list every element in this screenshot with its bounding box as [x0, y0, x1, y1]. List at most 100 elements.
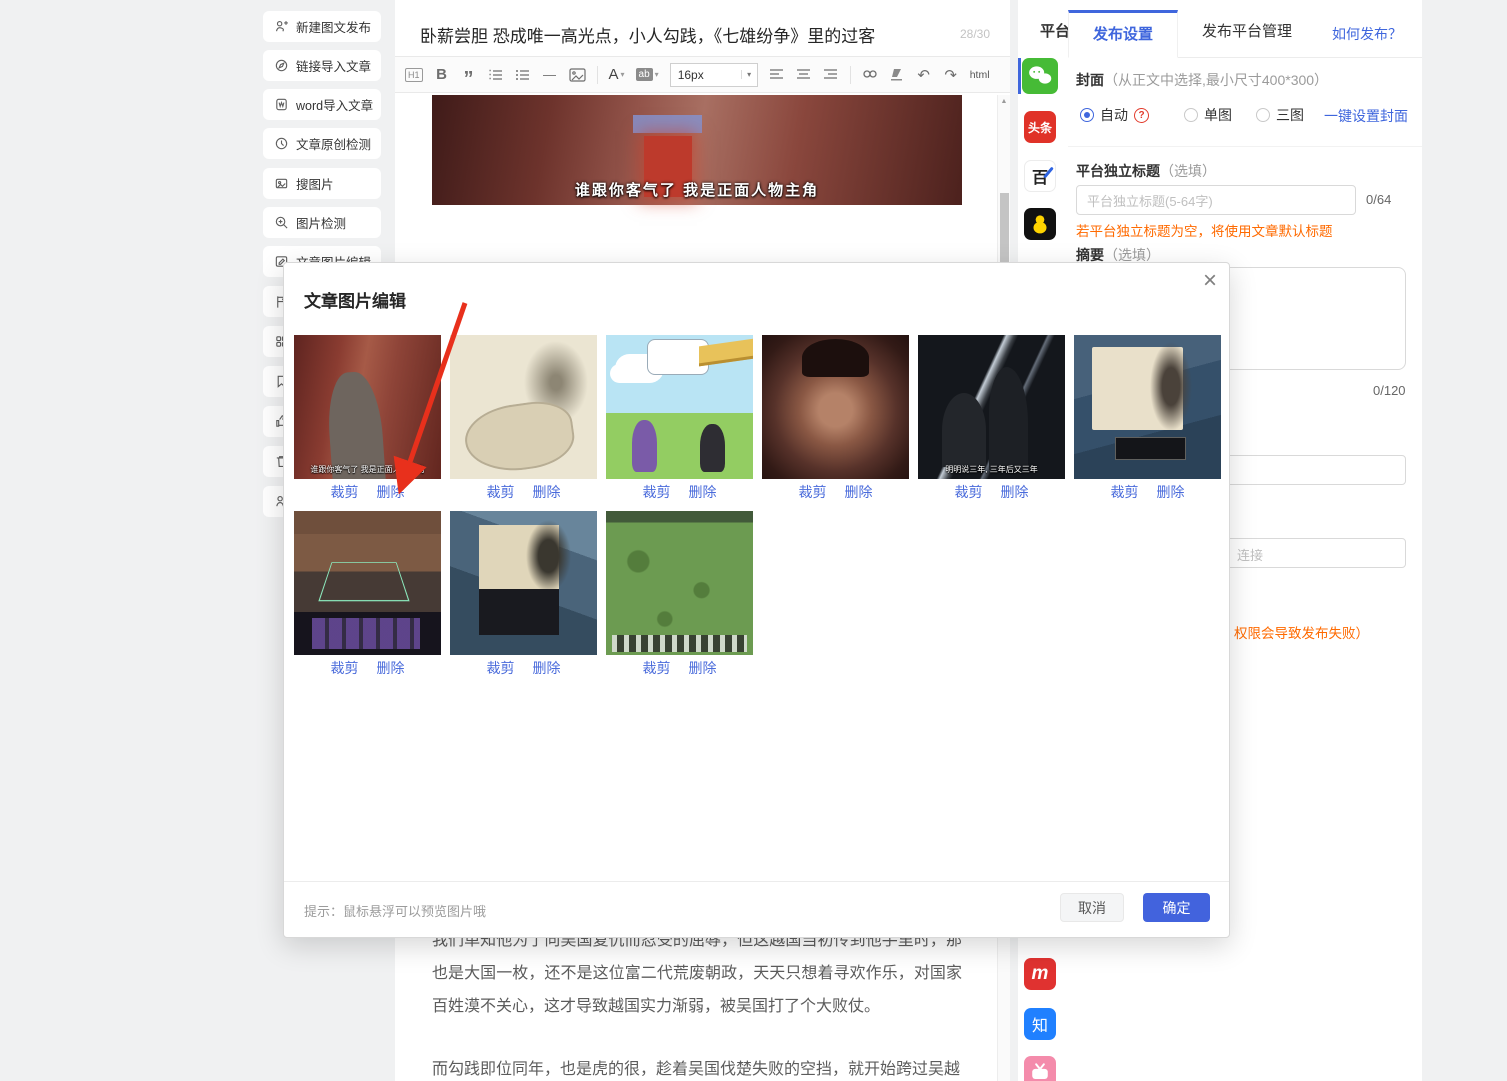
image-thumb-game-dialog[interactable] [1074, 335, 1221, 479]
horizontal-rule-icon[interactable]: — [542, 64, 558, 86]
summary-counter: 0/120 [1373, 383, 1406, 398]
crop-link[interactable]: 裁剪 [643, 482, 671, 502]
image-thumb-ink-painting[interactable] [450, 335, 597, 479]
sidebar-item-link-import[interactable]: 链接导入文章 [263, 50, 381, 81]
radio-single[interactable] [1184, 108, 1198, 122]
align-center-icon[interactable] [796, 64, 812, 86]
redo-icon[interactable]: ↷ [943, 64, 959, 86]
image-ops: 裁剪删除 [450, 658, 597, 678]
bilibili-icon[interactable] [1024, 1056, 1056, 1081]
baijiahao-icon[interactable]: 百 [1024, 160, 1056, 192]
image-thumb-comic[interactable] [606, 335, 753, 479]
qie-icon[interactable] [1024, 208, 1056, 240]
toutiao-icon[interactable]: 头条 [1024, 111, 1056, 143]
image-thumb-game-battle[interactable] [294, 511, 441, 655]
title-char-counter: 28/30 [960, 27, 990, 41]
crop-link[interactable]: 裁剪 [331, 482, 359, 502]
one-click-cover-link[interactable]: 一键设置封面 [1324, 106, 1408, 126]
crop-link[interactable]: 裁剪 [487, 658, 515, 678]
font-color-icon[interactable]: A▾ [609, 64, 625, 86]
confirm-button[interactable]: 确定 [1143, 893, 1210, 922]
thumb-decor [326, 371, 386, 479]
publish-warning-tail: 权限会导致发布失败） [1234, 622, 1369, 642]
cover-label: 封面（从正文中选择,最小尺寸400*300） [1076, 70, 1328, 90]
sidebar-item-label: 文章原创检测 [296, 134, 371, 153]
align-left-icon[interactable] [769, 64, 785, 86]
optional-hint: （选填） [1104, 247, 1160, 263]
article-paragraph: 我们单知他为了向吴国复仇而忍受的屈辱，但这越国当初传到他手里时，那也是大国一枚，… [432, 924, 962, 1023]
image-thumb-tv-drama[interactable]: 谁跟你客气了 我是正面人物主角 [294, 335, 441, 479]
unordered-list-icon[interactable] [515, 64, 531, 86]
sidebar-item-label: 图片检测 [296, 213, 346, 232]
link-import-icon [274, 58, 289, 73]
delete-link[interactable]: 删除 [377, 482, 405, 502]
delete-link[interactable]: 删除 [689, 658, 717, 678]
font-size-select[interactable]: 16px ▾ [670, 63, 758, 87]
zhihu-icon[interactable]: 知 [1024, 1008, 1056, 1040]
radio-label: 三图 [1276, 105, 1304, 125]
image-thumb-game-field[interactable] [606, 511, 753, 655]
crop-link[interactable]: 裁剪 [331, 658, 359, 678]
radio-label: 自动 [1100, 105, 1128, 125]
link-input-placeholder-tail: 连接 [1237, 545, 1263, 564]
platform-selected-bar [1018, 58, 1021, 94]
question-icon[interactable]: ? [1134, 108, 1149, 123]
clear-format-icon[interactable] [889, 64, 905, 86]
tab-publish-settings[interactable]: 发布设置 [1068, 10, 1178, 58]
crop-link[interactable]: 裁剪 [955, 482, 983, 502]
image-edit-modal: 文章图片编辑 × 谁跟你客气了 我是正面人物主角 明明说三年, 三年后又三年 [283, 262, 1230, 938]
crop-link[interactable]: 裁剪 [799, 482, 827, 502]
video-decor [633, 115, 702, 134]
article-title-input[interactable]: 卧薪尝胆 恐成唯一高光点，小人勾践，《七雄纷争》里的过客 [420, 22, 960, 47]
image-thumb-game-scroll[interactable] [450, 511, 597, 655]
delete-link[interactable]: 删除 [533, 658, 561, 678]
crop-link[interactable]: 裁剪 [487, 482, 515, 502]
article-body[interactable]: 我们单知他为了向吴国复仇而忍受的屈辱，但这越国当初传到他手里时，那也是大国一枚，… [432, 924, 962, 1081]
cover-option-three[interactable]: 三图 [1256, 105, 1304, 125]
cover-option-single[interactable]: 单图 [1184, 105, 1232, 125]
delete-link[interactable]: 删除 [689, 482, 717, 502]
close-icon[interactable]: × [1203, 267, 1217, 295]
undo-icon[interactable]: ↶ [916, 64, 932, 86]
crop-link[interactable]: 裁剪 [1111, 482, 1139, 502]
delete-link[interactable]: 删除 [377, 658, 405, 678]
sidebar-item-word-import[interactable]: word导入文章 [263, 89, 381, 120]
crop-link[interactable]: 裁剪 [643, 658, 671, 678]
delete-link[interactable]: 删除 [845, 482, 873, 502]
image-thumb-movie-dark[interactable]: 明明说三年, 三年后又三年 [918, 335, 1065, 479]
tab-platform-manage[interactable]: 发布平台管理 [1178, 10, 1316, 57]
delete-link[interactable]: 删除 [533, 482, 561, 502]
find-replace-icon[interactable] [862, 64, 878, 86]
delete-link[interactable]: 删除 [1157, 482, 1185, 502]
m-platform-icon[interactable]: m [1024, 958, 1056, 990]
align-right-icon[interactable] [823, 64, 839, 86]
scrollbar-thumb[interactable] [1000, 193, 1009, 263]
image-thumb-king-portrait[interactable] [762, 335, 909, 479]
editor-toolbar: H1 B ” — A▾ ab▾ 16px ▾ ↶ ↷ html [395, 56, 1010, 93]
radio-auto[interactable] [1080, 108, 1094, 122]
sidebar-item-new-post[interactable]: 新建图文发布 [263, 11, 381, 42]
sidebar-item-originality-check[interactable]: 文章原创检测 [263, 128, 381, 159]
video-subtitle: 谁跟你客气了 我是正面人物主角 [432, 179, 962, 200]
cancel-button[interactable]: 取消 [1060, 893, 1124, 922]
independent-title-input[interactable]: 平台独立标题(5-64字) [1076, 185, 1356, 215]
ordered-list-icon[interactable] [488, 64, 504, 86]
thumb-decor [1150, 342, 1191, 431]
scroll-up-icon[interactable]: ▲ [998, 98, 1010, 105]
how-to-publish-link[interactable]: 如何发布？ [1332, 24, 1402, 44]
bg-color-icon[interactable]: ab▾ [636, 64, 659, 86]
sidebar-item-image-check[interactable]: 图片检测 [263, 207, 381, 238]
delete-link[interactable]: 删除 [1001, 482, 1029, 502]
sidebar-item-search-image[interactable]: 搜图片 [263, 168, 381, 199]
wechat-icon[interactable] [1022, 58, 1058, 94]
radio-label: 单图 [1204, 105, 1232, 125]
bold-icon[interactable]: B [434, 64, 450, 86]
blockquote-icon[interactable]: ” [461, 64, 477, 86]
thumb-decor [802, 339, 870, 376]
insert-image-icon[interactable] [569, 64, 586, 86]
cover-option-auto[interactable]: 自动 ? [1080, 105, 1149, 125]
heading-icon[interactable]: H1 [405, 68, 423, 82]
radio-three[interactable] [1256, 108, 1270, 122]
html-source-icon[interactable]: html [970, 64, 990, 86]
thumb-decor [700, 424, 725, 472]
